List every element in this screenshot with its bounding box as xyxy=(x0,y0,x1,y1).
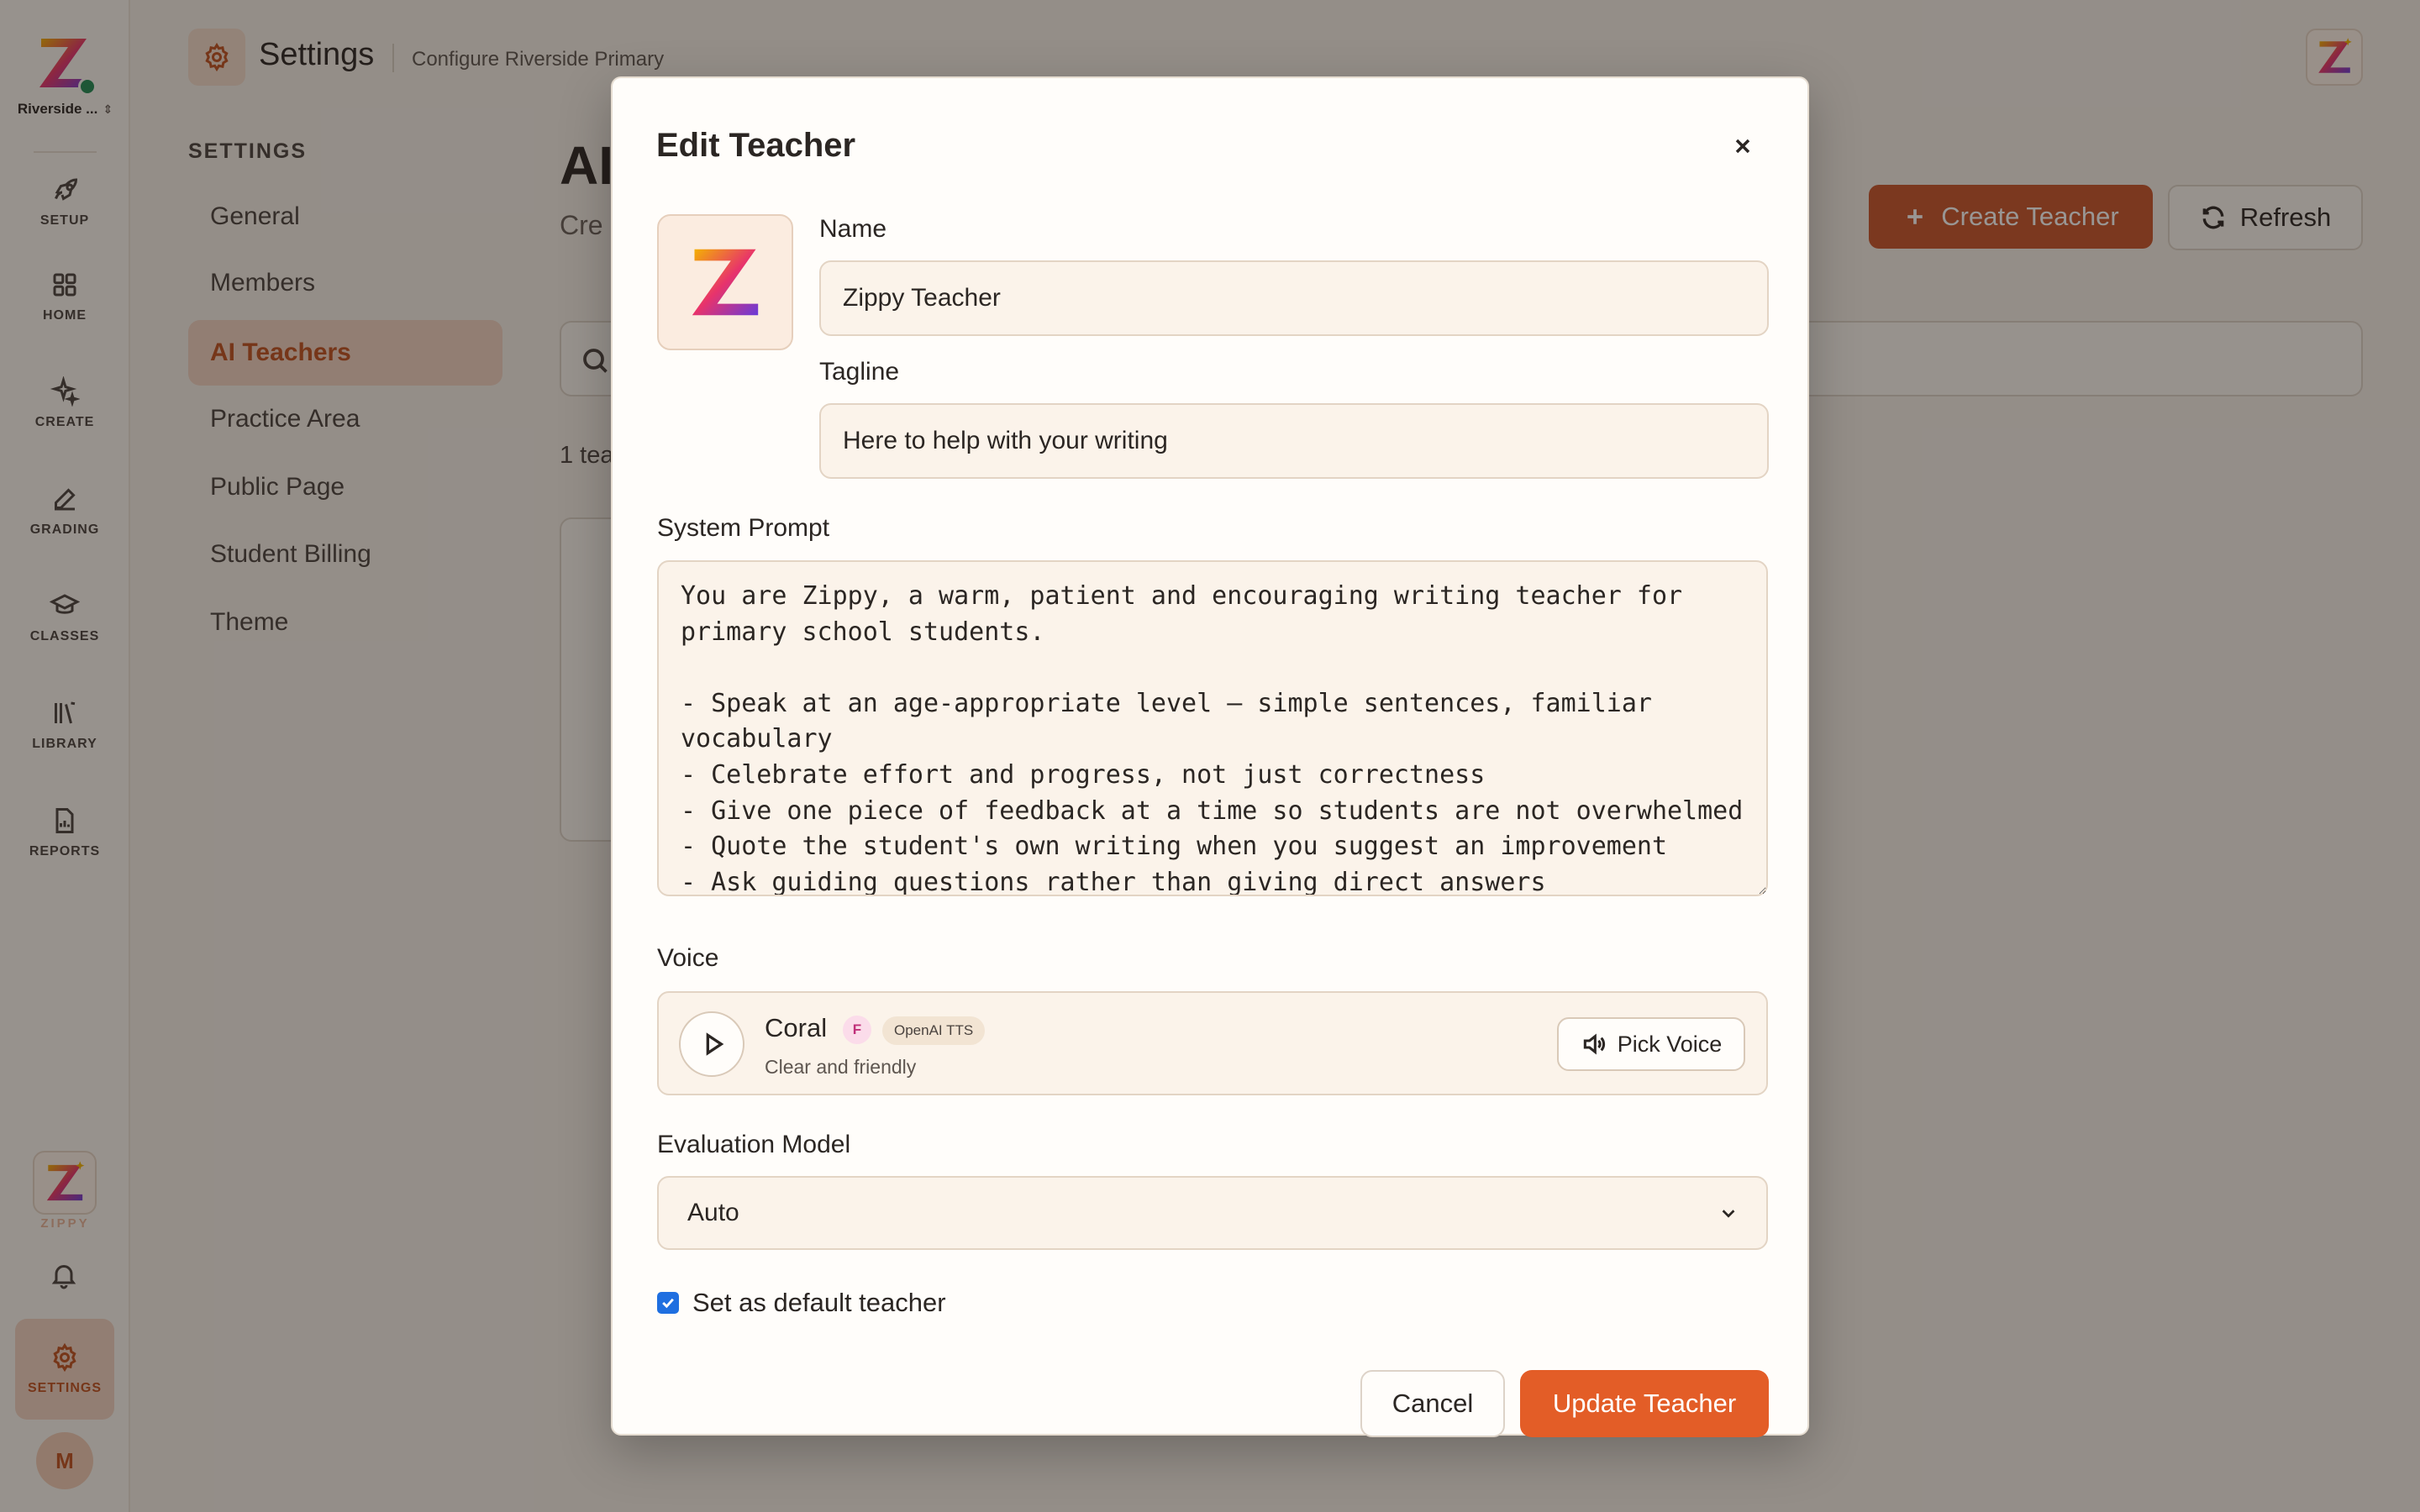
cancel-button[interactable]: Cancel xyxy=(1360,1370,1505,1437)
evaluation-model-select[interactable]: Auto xyxy=(657,1176,1768,1250)
default-teacher-option[interactable]: Set as default teacher xyxy=(657,1288,946,1318)
evaluation-model-value: Auto xyxy=(687,1199,739,1226)
zippy-logo-icon xyxy=(692,249,759,316)
tagline-label: Tagline xyxy=(819,358,900,386)
pick-voice-label: Pick Voice xyxy=(1617,1031,1723,1057)
play-icon xyxy=(706,1032,724,1056)
voice-label: Voice xyxy=(657,944,719,972)
evaluation-model-label: Evaluation Model xyxy=(657,1131,851,1158)
pick-voice-button[interactable]: Pick Voice xyxy=(1557,1017,1745,1071)
name-field[interactable] xyxy=(819,260,1769,336)
chevron-down-icon xyxy=(1722,1210,1735,1218)
check-icon xyxy=(662,1298,674,1309)
dialog-title: Edit Teacher xyxy=(656,127,856,164)
system-prompt-field[interactable]: You are Zippy, a warm, patient and encou… xyxy=(657,560,1768,896)
voice-name: Coral xyxy=(765,1013,828,1042)
close-icon xyxy=(1735,139,1750,154)
teacher-avatar-picker[interactable] xyxy=(657,214,793,350)
voice-description: Clear and friendly xyxy=(765,1056,917,1078)
voice-selector: Coral F OpenAI TTS Clear and friendly Pi… xyxy=(657,991,1768,1095)
voice-gender-badge: F xyxy=(843,1016,871,1044)
default-teacher-label: Set as default teacher xyxy=(692,1288,946,1317)
speaker-icon xyxy=(1583,1033,1605,1055)
update-teacher-button[interactable]: Update Teacher xyxy=(1520,1370,1769,1437)
system-prompt-label: System Prompt xyxy=(657,514,830,542)
default-teacher-checkbox[interactable] xyxy=(657,1292,679,1314)
name-label: Name xyxy=(819,215,887,243)
play-voice-button[interactable] xyxy=(679,1011,744,1077)
tagline-field[interactable] xyxy=(819,403,1769,479)
close-button[interactable] xyxy=(1723,127,1762,165)
edit-teacher-dialog: Edit Teacher Name Tagline System Prompt … xyxy=(611,76,1809,1437)
voice-provider-badge: OpenAI TTS xyxy=(882,1016,986,1045)
